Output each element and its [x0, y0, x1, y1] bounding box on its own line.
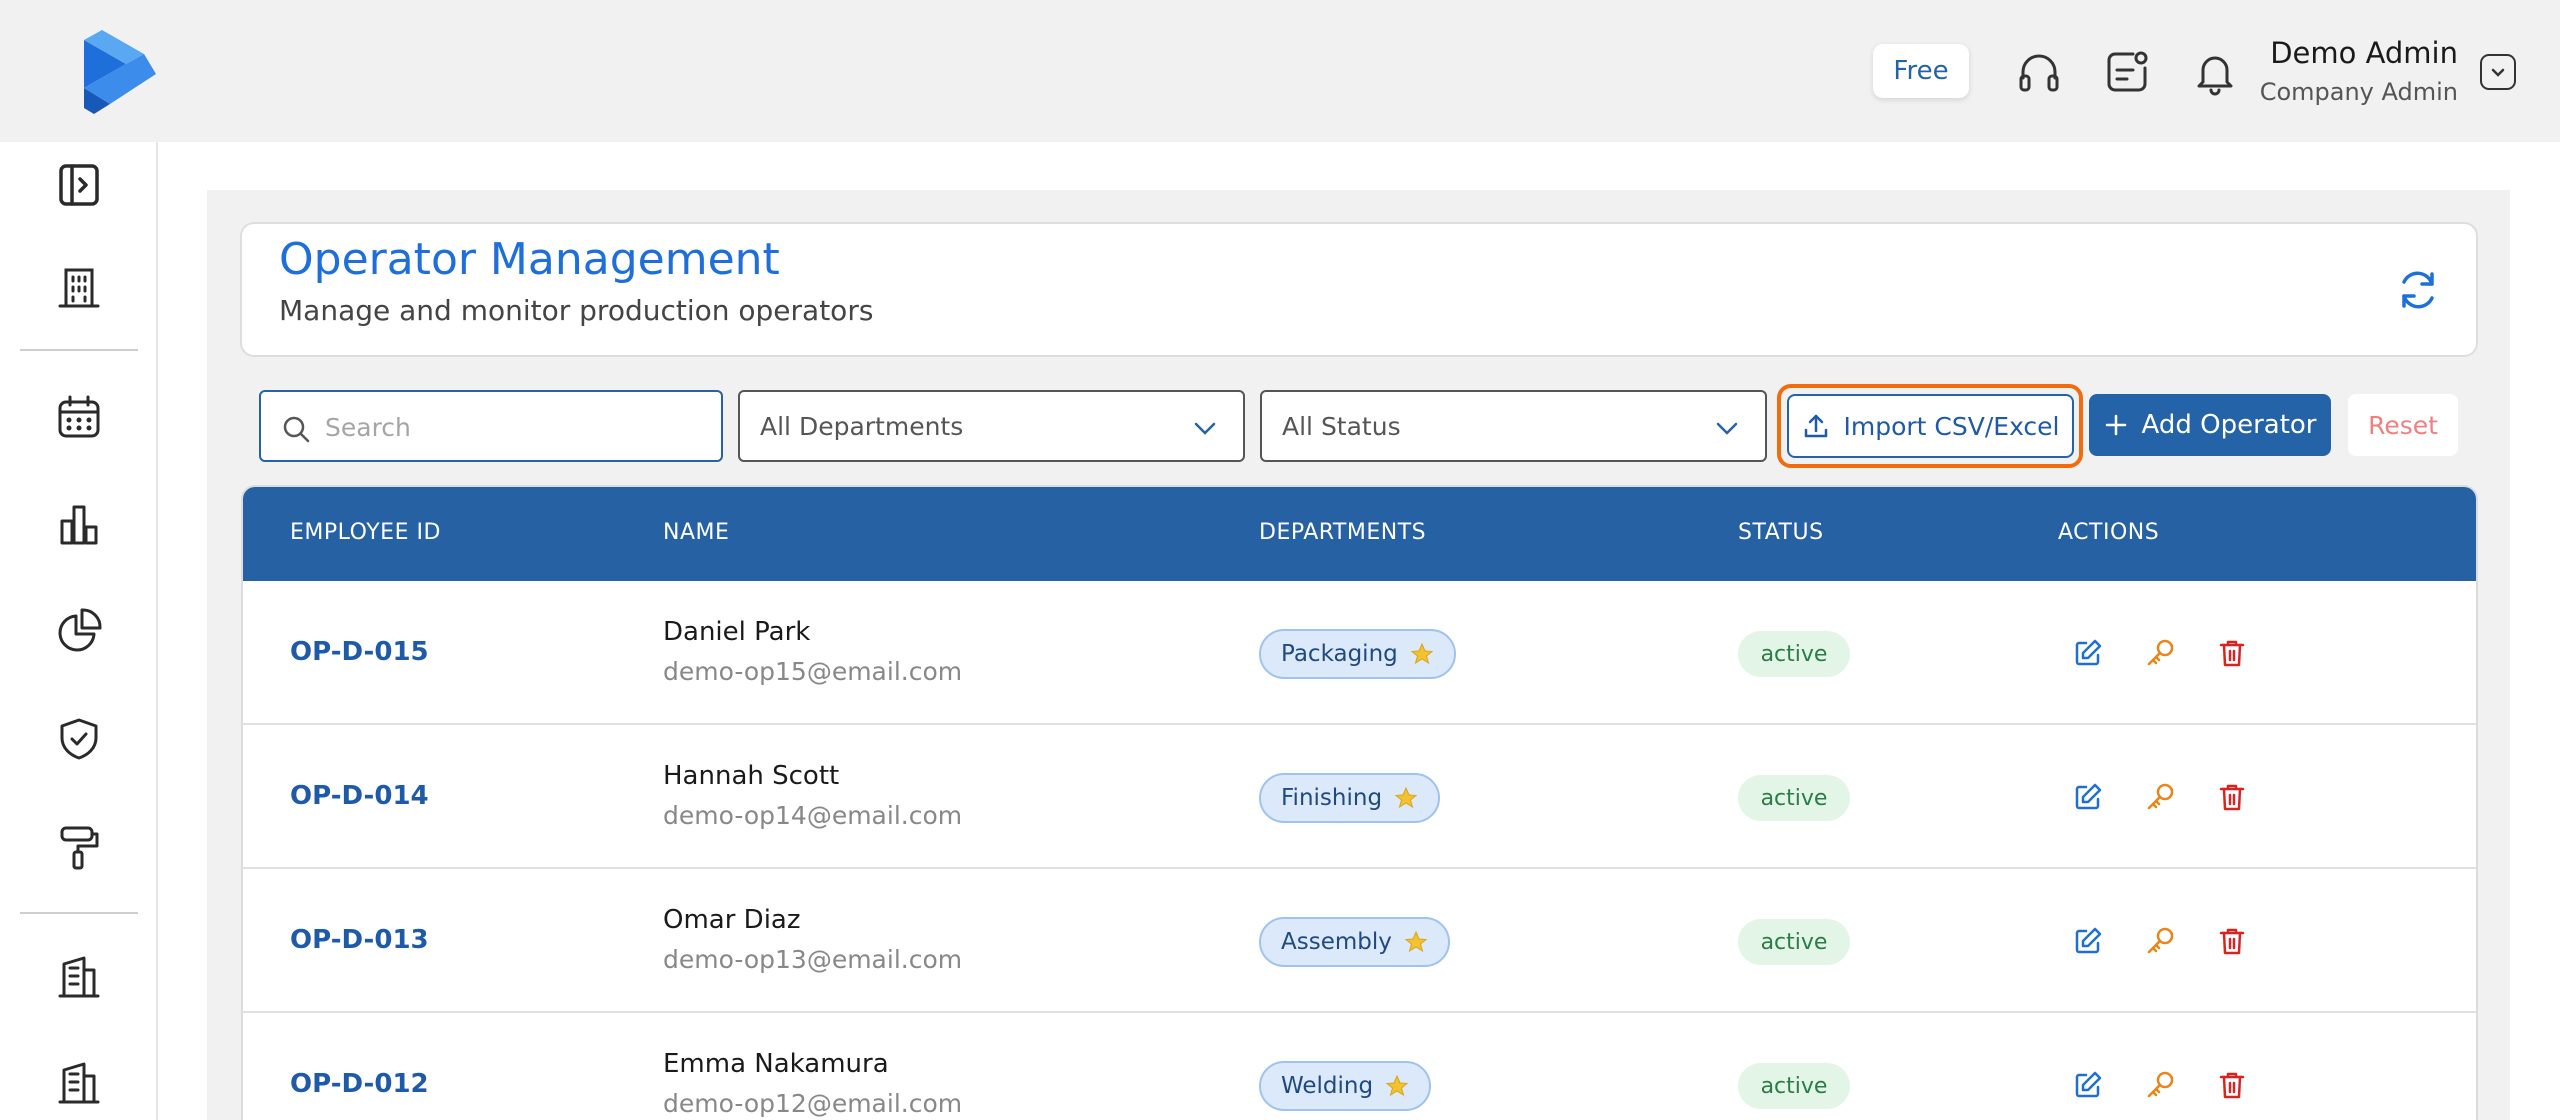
department-name: Packaging: [1281, 641, 1398, 667]
table-header: EMPLOYEE ID NAME DEPARTMENTS STATUS ACTI…: [243, 487, 2476, 581]
column-header-name: NAME: [663, 520, 730, 545]
operator-name: Omar Diaz: [663, 905, 801, 935]
reset-button[interactable]: Reset: [2348, 394, 2458, 456]
operator-email: demo-op12@email.com: [663, 1089, 963, 1118]
column-header-departments: DEPARTMENTS: [1259, 520, 1427, 545]
edit-icon[interactable]: [2072, 1069, 2104, 1101]
headset-icon[interactable]: [2015, 48, 2063, 96]
sidebar-toggle-icon[interactable]: [52, 158, 106, 212]
delete-icon[interactable]: [2216, 1069, 2248, 1101]
star-icon: [1394, 786, 1418, 809]
status-badge: active: [1738, 775, 1850, 821]
bar-chart-icon[interactable]: [52, 497, 106, 551]
sidebar-divider: [20, 912, 138, 914]
user-name[interactable]: Demo Admin: [2270, 36, 2458, 70]
employee-id[interactable]: OP-D-014: [290, 781, 429, 811]
column-header-status: STATUS: [1738, 520, 1824, 545]
star-icon: [1404, 930, 1428, 953]
delete-icon[interactable]: [2216, 781, 2248, 813]
top-bar: Free Demo Admin Company Admin: [0, 0, 2560, 142]
building-icon[interactable]: [52, 260, 106, 314]
delete-icon[interactable]: [2216, 637, 2248, 669]
import-csv-button[interactable]: Import CSV/Excel: [1787, 394, 2074, 458]
chevron-down-icon: [1716, 422, 1738, 435]
operator-name: Hannah Scott: [663, 761, 840, 791]
delete-icon[interactable]: [2216, 925, 2248, 957]
status-select[interactable]: All Status: [1260, 390, 1767, 462]
app-logo[interactable]: [80, 30, 160, 114]
key-icon[interactable]: [2144, 781, 2176, 813]
user-menu-button[interactable]: [2480, 54, 2516, 90]
department-badge: Assembly: [1259, 917, 1450, 967]
status-select-value: All Status: [1282, 412, 1401, 441]
notes-icon[interactable]: [2103, 48, 2151, 96]
import-csv-label: Import CSV/Excel: [1843, 411, 2060, 441]
employee-id[interactable]: OP-D-012: [290, 1069, 429, 1099]
edit-icon[interactable]: [2072, 925, 2104, 957]
department-name: Finishing: [1281, 785, 1383, 811]
status-badge: active: [1738, 919, 1850, 965]
sidebar: [0, 142, 158, 1120]
edit-icon[interactable]: [2072, 781, 2104, 813]
plus-icon: [2105, 414, 2126, 436]
search-icon: [283, 416, 310, 443]
office-building-icon[interactable]: [52, 950, 106, 1004]
page-subtitle: Manage and monitor production operators: [279, 294, 874, 327]
star-icon: [1385, 1074, 1409, 1097]
page-title: Operator Management: [279, 234, 780, 285]
table-row[interactable]: OP-D-012 Emma Nakamura demo-op12@email.c…: [243, 1013, 2476, 1120]
paint-roller-icon[interactable]: [52, 820, 106, 874]
sidebar-divider: [20, 349, 138, 351]
shield-check-icon[interactable]: [52, 712, 106, 766]
key-icon[interactable]: [2144, 1069, 2176, 1101]
star-icon: [1410, 642, 1434, 665]
employee-id[interactable]: OP-D-015: [290, 637, 429, 667]
operator-email: demo-op15@email.com: [663, 657, 963, 686]
upload-icon: [1804, 414, 1827, 438]
user-role: Company Admin: [2259, 78, 2458, 106]
search-field[interactable]: [259, 390, 723, 462]
search-input[interactable]: [325, 406, 705, 448]
chevron-down-icon: [1194, 422, 1216, 435]
table-row[interactable]: OP-D-013 Omar Diaz demo-op13@email.com A…: [243, 869, 2476, 1013]
table-row[interactable]: OP-D-015 Daniel Park demo-op15@email.com…: [243, 581, 2476, 725]
add-operator-label: Add Operator: [2141, 410, 2317, 440]
calendar-icon[interactable]: [52, 390, 106, 444]
department-select[interactable]: All Departments: [738, 390, 1245, 462]
key-icon[interactable]: [2144, 637, 2176, 669]
department-badge: Packaging: [1259, 629, 1456, 679]
column-header-employee-id: EMPLOYEE ID: [290, 520, 441, 545]
office-building-alt-icon[interactable]: [52, 1056, 106, 1110]
key-icon[interactable]: [2144, 925, 2176, 957]
department-name: Welding: [1281, 1073, 1374, 1099]
department-badge: Finishing: [1259, 773, 1441, 823]
operator-email: demo-op13@email.com: [663, 945, 963, 974]
status-badge: active: [1738, 1063, 1850, 1109]
department-badge: Welding: [1259, 1061, 1432, 1111]
pie-chart-icon[interactable]: [52, 604, 106, 658]
refresh-icon[interactable]: [2394, 266, 2442, 314]
operator-name: Emma Nakamura: [663, 1049, 889, 1079]
operator-email: demo-op14@email.com: [663, 801, 963, 830]
table-row[interactable]: OP-D-014 Hannah Scott demo-op14@email.co…: [243, 725, 2476, 869]
operator-name: Daniel Park: [663, 617, 811, 647]
department-select-value: All Departments: [760, 412, 964, 441]
employee-id[interactable]: OP-D-013: [290, 925, 429, 955]
status-badge: active: [1738, 631, 1850, 677]
department-name: Assembly: [1281, 929, 1392, 955]
bell-icon[interactable]: [2191, 48, 2239, 96]
column-header-actions: ACTIONS: [2058, 520, 2160, 545]
add-operator-button[interactable]: Add Operator: [2089, 394, 2331, 456]
chevron-down-icon: [2491, 68, 2505, 77]
operators-table: EMPLOYEE ID NAME DEPARTMENTS STATUS ACTI…: [241, 485, 2478, 1120]
edit-icon[interactable]: [2072, 637, 2104, 669]
plan-badge[interactable]: Free: [1873, 44, 1969, 98]
page-header-card: Operator Management Manage and monitor p…: [240, 222, 2478, 357]
